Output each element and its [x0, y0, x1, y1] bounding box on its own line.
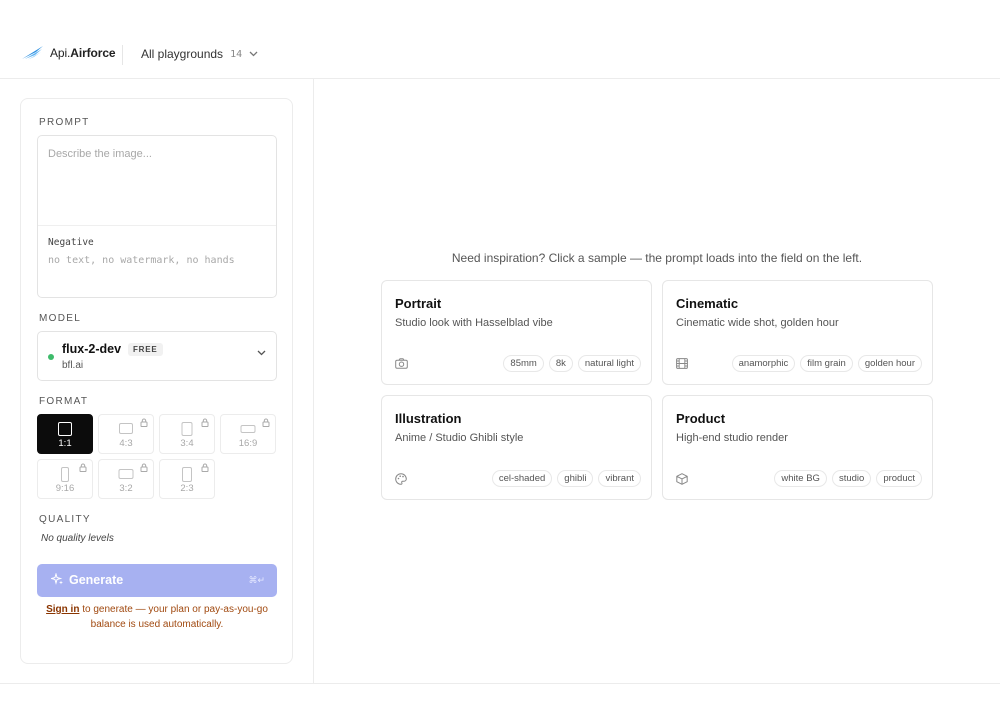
format-ratio-label: 2:3: [180, 483, 194, 494]
film-icon: [676, 358, 688, 369]
card-subtitle: High-end studio render: [676, 432, 788, 444]
format-option-3-4[interactable]: 3:4: [159, 414, 215, 454]
card-title: Cinematic: [676, 296, 739, 311]
generate-shortcut: ⌘↵: [248, 575, 265, 585]
free-badge: FREE: [128, 343, 163, 356]
prompt-box: Describe the image... Negative no text, …: [37, 135, 277, 298]
playgrounds-label: All playgrounds: [141, 47, 224, 61]
prompt-input[interactable]: Describe the image...: [48, 148, 268, 218]
playgrounds-dropdown[interactable]: All playgrounds 14: [141, 47, 258, 61]
landscape-shape-icon: [118, 469, 134, 479]
quality-section-label: QUALITY: [39, 514, 91, 525]
square-shape-icon: [58, 422, 72, 436]
model-status-dot: [48, 354, 54, 360]
model-name: flux-2-dev: [62, 342, 122, 356]
chevron-down-icon: [257, 350, 266, 356]
tag: cel-shaded: [491, 470, 553, 487]
format-ratio-label: 16:9: [238, 438, 258, 449]
sign-in-link[interactable]: Sign in: [46, 604, 79, 615]
tag: white BG: [774, 470, 827, 487]
lock-icon: [79, 463, 87, 472]
generate-button[interactable]: Generate ⌘↵: [37, 564, 277, 597]
format-section-label: FORMAT: [39, 396, 89, 407]
model-section-label: MODEL: [39, 313, 82, 324]
footer-divider: [0, 683, 1000, 684]
tag: golden hour: [857, 355, 922, 372]
no-quality-text: No quality levels: [41, 533, 114, 544]
sample-card-cinematic[interactable]: Cinematic Cinematic wide shot, golden ho…: [662, 280, 933, 385]
format-option-16-9[interactable]: 16:9: [220, 414, 276, 454]
lock-icon: [201, 463, 209, 472]
tag: studio: [831, 470, 872, 487]
model-select[interactable]: flux-2-dev FREE bfl.ai: [37, 331, 277, 381]
sample-card-product[interactable]: Product High-end studio render white BG …: [662, 395, 933, 500]
logo-text: Api.Airforce: [50, 46, 116, 60]
app-logo[interactable]: Api.Airforce: [22, 46, 116, 60]
header-divider: [122, 45, 123, 65]
card-subtitle: Cinematic wide shot, golden hour: [676, 317, 839, 329]
tag: 85mm: [503, 355, 544, 372]
format-ratio-label: 9:16: [55, 483, 75, 494]
lock-icon: [201, 418, 209, 427]
tag: vibrant: [598, 470, 641, 487]
card-title: Illustration: [395, 411, 462, 426]
tag: film grain: [800, 355, 853, 372]
settings-panel: PROMPT Describe the image... Negative no…: [20, 98, 293, 664]
card-title: Portrait: [395, 296, 442, 311]
left-column: PROMPT Describe the image... Negative no…: [0, 79, 314, 683]
lock-icon: [262, 418, 270, 427]
tag: natural light: [577, 355, 641, 372]
format-option-3-2[interactable]: 3:2: [98, 459, 154, 499]
format-option-9-16[interactable]: 9:16: [37, 459, 93, 499]
lock-icon: [140, 463, 148, 472]
portrait-shape-icon: [182, 467, 192, 482]
playgrounds-count: 14: [230, 48, 243, 60]
card-tags: cel-shaded ghibli vibrant: [491, 470, 641, 487]
top-header: Api.Airforce All playgrounds 14: [0, 0, 1000, 79]
generate-label: Generate: [69, 573, 124, 587]
airforce-wing-icon: [22, 46, 43, 60]
inspiration-text: Need inspiration? Click a sample — the p…: [451, 251, 863, 265]
negative-prompt-input[interactable]: no text, no watermark, no hands: [48, 255, 235, 266]
lock-icon: [140, 418, 148, 427]
card-subtitle: Studio look with Hasselblad vibe: [395, 317, 553, 329]
format-ratio-label: 1:1: [58, 438, 72, 449]
signin-note-text: to generate — your plan or pay-as-you-go…: [79, 604, 268, 630]
format-option-1-1[interactable]: 1:1: [37, 414, 93, 454]
prompt-separator: [38, 225, 276, 226]
tag: anamorphic: [731, 355, 796, 372]
prompt-section-label: PROMPT: [39, 117, 90, 128]
palette-icon: [395, 473, 407, 485]
card-tags: 85mm 8k natural light: [503, 355, 641, 372]
tag: 8k: [548, 355, 573, 372]
portrait-shape-icon: [181, 422, 193, 436]
camera-icon: [395, 358, 408, 369]
negative-label: Negative: [48, 237, 94, 248]
card-title: Product: [676, 411, 726, 426]
wide-shape-icon: [240, 425, 256, 433]
card-tags: white BG studio product: [774, 470, 922, 487]
format-option-4-3[interactable]: 4:3: [98, 414, 154, 454]
format-ratio-label: 3:4: [180, 438, 194, 449]
tall-shape-icon: [61, 467, 69, 482]
card-subtitle: Anime / Studio Ghibli style: [395, 432, 524, 444]
card-tags: anamorphic film grain golden hour: [731, 355, 922, 372]
sample-card-illustration[interactable]: Illustration Anime / Studio Ghibli style…: [381, 395, 652, 500]
box-icon: [676, 473, 688, 485]
format-ratio-label: 3:2: [119, 483, 133, 494]
sparkles-icon: [51, 573, 63, 585]
tag: product: [876, 470, 922, 487]
signin-note: Sign in to generate — your plan or pay-a…: [37, 602, 277, 632]
sample-card-portrait[interactable]: Portrait Studio look with Hasselblad vib…: [381, 280, 652, 385]
format-option-2-3[interactable]: 2:3: [159, 459, 215, 499]
model-provider: bfl.ai: [62, 360, 84, 371]
chevron-down-icon: [249, 51, 258, 57]
landscape-shape-icon: [119, 423, 133, 434]
format-ratio-label: 4:3: [119, 438, 133, 449]
tag: ghibli: [557, 470, 594, 487]
